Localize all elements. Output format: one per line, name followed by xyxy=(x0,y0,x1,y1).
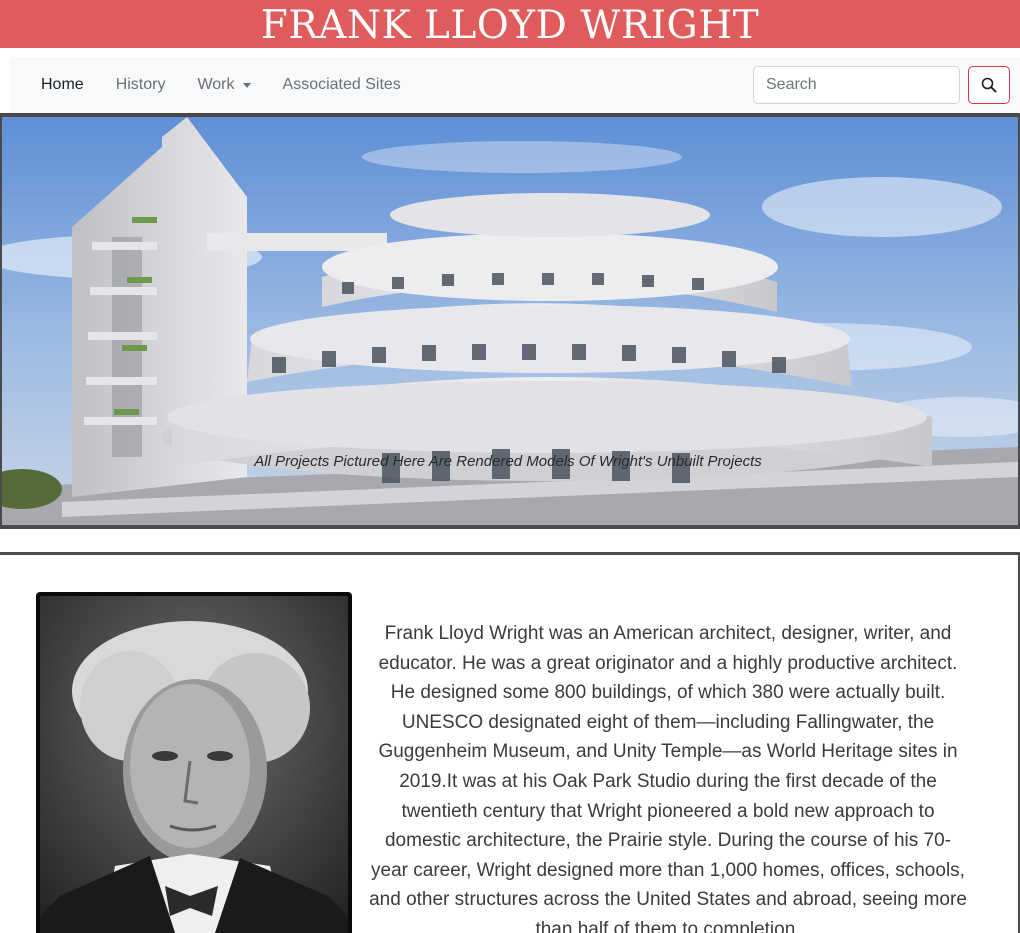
magnifier-icon xyxy=(981,77,997,93)
nav-home-label: Home xyxy=(41,76,84,93)
search-form xyxy=(753,66,1010,104)
nav-history[interactable]: History xyxy=(100,68,182,102)
navbar: Home History Work Associated Sites xyxy=(9,57,1020,113)
caret-down-icon xyxy=(242,82,251,88)
site-title: FRANK LLOYD WRIGHT xyxy=(260,3,760,48)
nav-history-label: History xyxy=(115,76,166,93)
search-button[interactable] xyxy=(968,66,1010,104)
frank-lloyd-wright-portrait xyxy=(40,596,348,933)
nav-associated-sites-label: Associated Sites xyxy=(282,76,401,93)
nav-associated-sites[interactable]: Associated Sites xyxy=(267,68,417,102)
about-section: Frank Lloyd Wright was an American archi… xyxy=(0,552,1020,933)
hero-caption: All Projects Pictured Here Are Rendered … xyxy=(254,453,762,470)
nav-home[interactable]: Home xyxy=(25,68,100,102)
nav-work-dropdown[interactable]: Work xyxy=(181,68,266,102)
portrait-image xyxy=(36,592,352,933)
nav-work-label: Work xyxy=(197,76,235,93)
nav-links: Home History Work Associated Sites xyxy=(25,68,417,102)
search-input[interactable] xyxy=(753,66,960,104)
biography-text: Frank Lloyd Wright was an American archi… xyxy=(369,623,967,933)
site-header: FRANK LLOYD WRIGHT xyxy=(0,0,1020,48)
hero-banner: All Projects Pictured Here Are Rendered … xyxy=(0,113,1020,529)
